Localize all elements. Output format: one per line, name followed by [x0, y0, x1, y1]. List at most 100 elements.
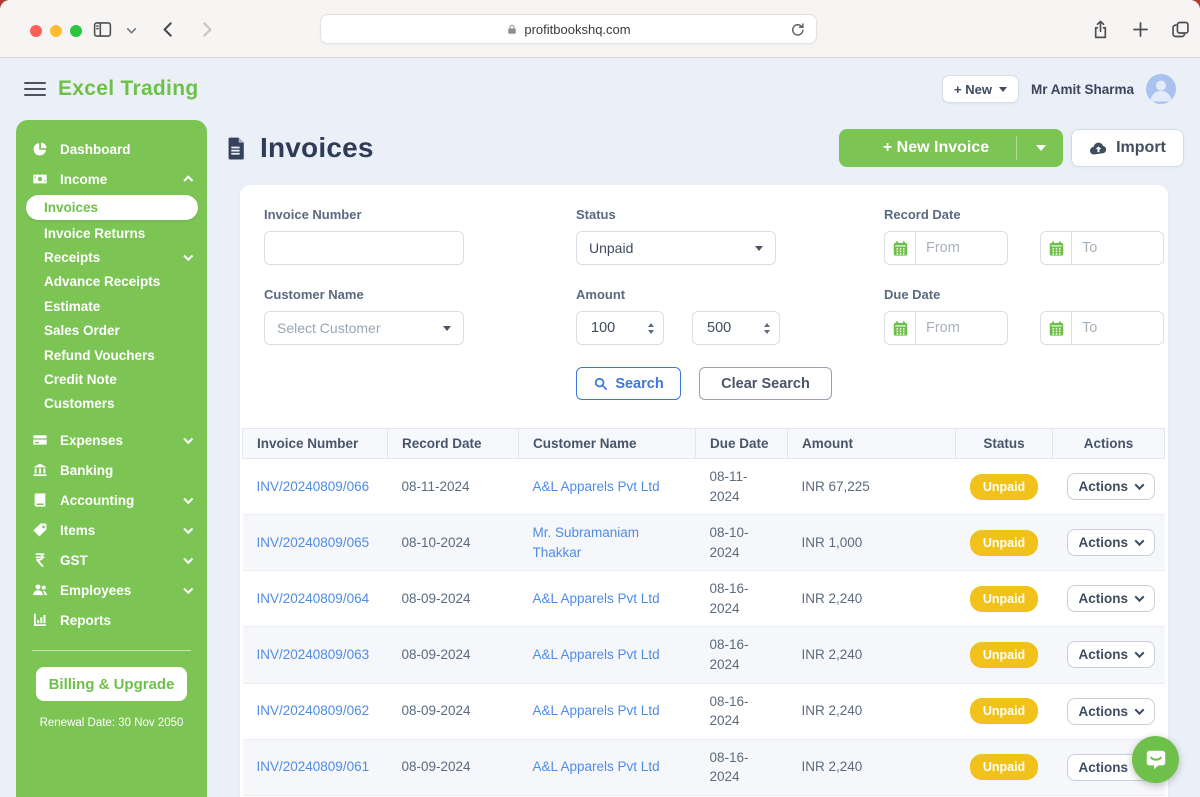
due-date-from-input[interactable]	[916, 312, 1007, 344]
customer-name-link[interactable]: A&L Apparels Pvt Ltd	[533, 759, 660, 774]
row-actions-button[interactable]: Actions	[1067, 473, 1156, 500]
status-badge: Unpaid	[970, 474, 1038, 500]
zoom-window-button[interactable]	[70, 25, 82, 37]
share-icon[interactable]	[1090, 19, 1111, 40]
invoices-table: Invoice NumberRecord DateCustomer NameDu…	[242, 428, 1148, 797]
sidebar-item-invoice-returns[interactable]: Invoice Returns	[16, 221, 207, 245]
row-actions-button[interactable]: Actions	[1067, 585, 1156, 612]
row-actions-button[interactable]: Actions	[1067, 529, 1156, 556]
record-date-from-field[interactable]	[884, 231, 1008, 265]
sidebar-item-accounting[interactable]: Accounting	[16, 485, 207, 515]
close-window-button[interactable]	[30, 25, 42, 37]
row-actions-label: Actions	[1079, 479, 1129, 494]
sidebar-item-refund-vouchers[interactable]: Refund Vouchers	[16, 343, 207, 367]
row-actions-button[interactable]: Actions	[1067, 698, 1156, 725]
clear-search-button[interactable]: Clear Search	[699, 367, 832, 400]
due-date-to-field[interactable]	[1040, 311, 1164, 345]
sidebar: DashboardIncomeInvoicesInvoice ReturnsRe…	[16, 120, 207, 797]
sidebar-item-customers[interactable]: Customers	[16, 392, 207, 416]
record-date-from-input[interactable]	[916, 232, 1007, 264]
invoice-number-link[interactable]: INV/20240809/061	[257, 759, 370, 774]
invoice-number-input[interactable]	[264, 231, 464, 265]
sidebar-item-label: Advance Receipts	[44, 274, 160, 289]
chat-widget-button[interactable]	[1132, 736, 1179, 783]
record-date-to-field[interactable]	[1040, 231, 1164, 265]
amount-min-stepper[interactable]: 100	[576, 311, 664, 345]
row-actions-button[interactable]: Actions	[1067, 641, 1156, 668]
invoice-number-link[interactable]: INV/20240809/066	[257, 479, 370, 494]
sidebar-item-banking[interactable]: Banking	[16, 455, 207, 485]
sidebar-item-dashboard[interactable]: Dashboard	[16, 134, 207, 164]
invoice-number-link[interactable]: INV/20240809/063	[257, 647, 370, 662]
customer-name-link[interactable]: Mr. Subramaniam Thakkar	[533, 525, 640, 560]
record-date-to-input[interactable]	[1072, 232, 1163, 264]
due-date-from-field[interactable]	[884, 311, 1008, 345]
app-header: Excel Trading + New Mr Amit Sharma	[0, 58, 1200, 120]
status-badge: Unpaid	[970, 754, 1038, 780]
sidebar-item-label: Income	[60, 172, 107, 187]
sidebar-item-label: Accounting	[60, 493, 134, 508]
due-date-to-input[interactable]	[1072, 312, 1163, 344]
chevron-down-icon[interactable]	[125, 24, 138, 37]
sidebar-item-reports[interactable]: Reports	[16, 605, 207, 635]
column-header-due-date: Due Date	[696, 429, 788, 459]
sidebar-item-expenses[interactable]: Expenses	[16, 425, 207, 455]
row-actions-label: Actions	[1079, 535, 1129, 550]
address-bar[interactable]: profitbookshq.com	[320, 14, 817, 44]
new-invoice-button[interactable]: + New Invoice	[839, 129, 1063, 167]
customer-select-placeholder: Select Customer	[277, 320, 380, 336]
invoice-number-link[interactable]: INV/20240809/065	[257, 535, 370, 550]
spinner-icon[interactable]	[648, 323, 654, 334]
caret-down-icon	[999, 87, 1007, 92]
amount-max-stepper[interactable]: 500	[692, 311, 780, 345]
table-row: INV/20240809/06608-11-2024A&L Apparels P…	[243, 459, 1165, 515]
customer-name-link[interactable]: A&L Apparels Pvt Ltd	[533, 703, 660, 718]
customer-name-link[interactable]: A&L Apparels Pvt Ltd	[533, 591, 660, 606]
sidebar-item-advance-receipts[interactable]: Advance Receipts	[16, 270, 207, 294]
due-date-label: Due Date	[884, 287, 1164, 302]
customer-select[interactable]: Select Customer	[264, 311, 464, 345]
header-new-button[interactable]: + New	[942, 75, 1019, 103]
table-row: INV/20240809/06408-09-2024A&L Apparels P…	[243, 571, 1165, 627]
sidebar-item-gst[interactable]: GST	[16, 545, 207, 575]
sidebar-toggle-icon[interactable]	[92, 19, 113, 40]
invoice-number-link[interactable]: INV/20240809/062	[257, 703, 370, 718]
billing-upgrade-button[interactable]: Billing & Upgrade	[36, 667, 187, 701]
calendar-icon[interactable]	[885, 312, 916, 344]
invoice-number-link[interactable]: INV/20240809/064	[257, 591, 370, 606]
record-date-cell: 08-10-2024	[402, 535, 471, 550]
avatar[interactable]	[1146, 74, 1176, 104]
amount-cell: INR 2,240	[802, 703, 863, 718]
tab-overview-icon[interactable]	[1170, 19, 1191, 40]
customer-name-link[interactable]: A&L Apparels Pvt Ltd	[533, 479, 660, 494]
chevron-down-icon	[183, 584, 192, 593]
sidebar-item-estimate[interactable]: Estimate	[16, 294, 207, 318]
calendar-icon[interactable]	[1041, 312, 1072, 344]
search-icon	[593, 376, 608, 391]
back-icon[interactable]	[158, 19, 179, 40]
minimize-window-button[interactable]	[50, 25, 62, 37]
menu-icon[interactable]	[24, 78, 46, 100]
sidebar-item-receipts[interactable]: Receipts	[16, 245, 207, 269]
new-invoice-dropdown-caret-icon[interactable]	[1036, 145, 1046, 151]
sidebar-item-credit-note[interactable]: Credit Note	[16, 367, 207, 391]
sidebar-item-items[interactable]: Items	[16, 515, 207, 545]
sidebar-item-employees[interactable]: Employees	[16, 575, 207, 605]
row-actions-label: Actions	[1079, 760, 1129, 775]
reload-icon[interactable]	[789, 21, 806, 38]
customer-name-link[interactable]: A&L Apparels Pvt Ltd	[533, 647, 660, 662]
status-badge: Unpaid	[970, 698, 1038, 724]
new-tab-icon[interactable]	[1130, 19, 1151, 40]
sidebar-item-label: Employees	[60, 583, 131, 598]
sidebar-item-income[interactable]: Income	[16, 164, 207, 194]
calendar-icon[interactable]	[1041, 232, 1072, 264]
import-button[interactable]: Import	[1071, 129, 1184, 167]
calendar-icon[interactable]	[885, 232, 916, 264]
due-date-cell: 08-10-2024	[710, 523, 768, 562]
forward-icon[interactable]	[196, 19, 217, 40]
status-select[interactable]: Unpaid	[576, 231, 776, 265]
search-button[interactable]: Search	[576, 367, 681, 400]
sidebar-item-invoices[interactable]: Invoices	[26, 195, 198, 220]
spinner-icon[interactable]	[764, 323, 770, 334]
sidebar-item-sales-order[interactable]: Sales Order	[16, 319, 207, 343]
